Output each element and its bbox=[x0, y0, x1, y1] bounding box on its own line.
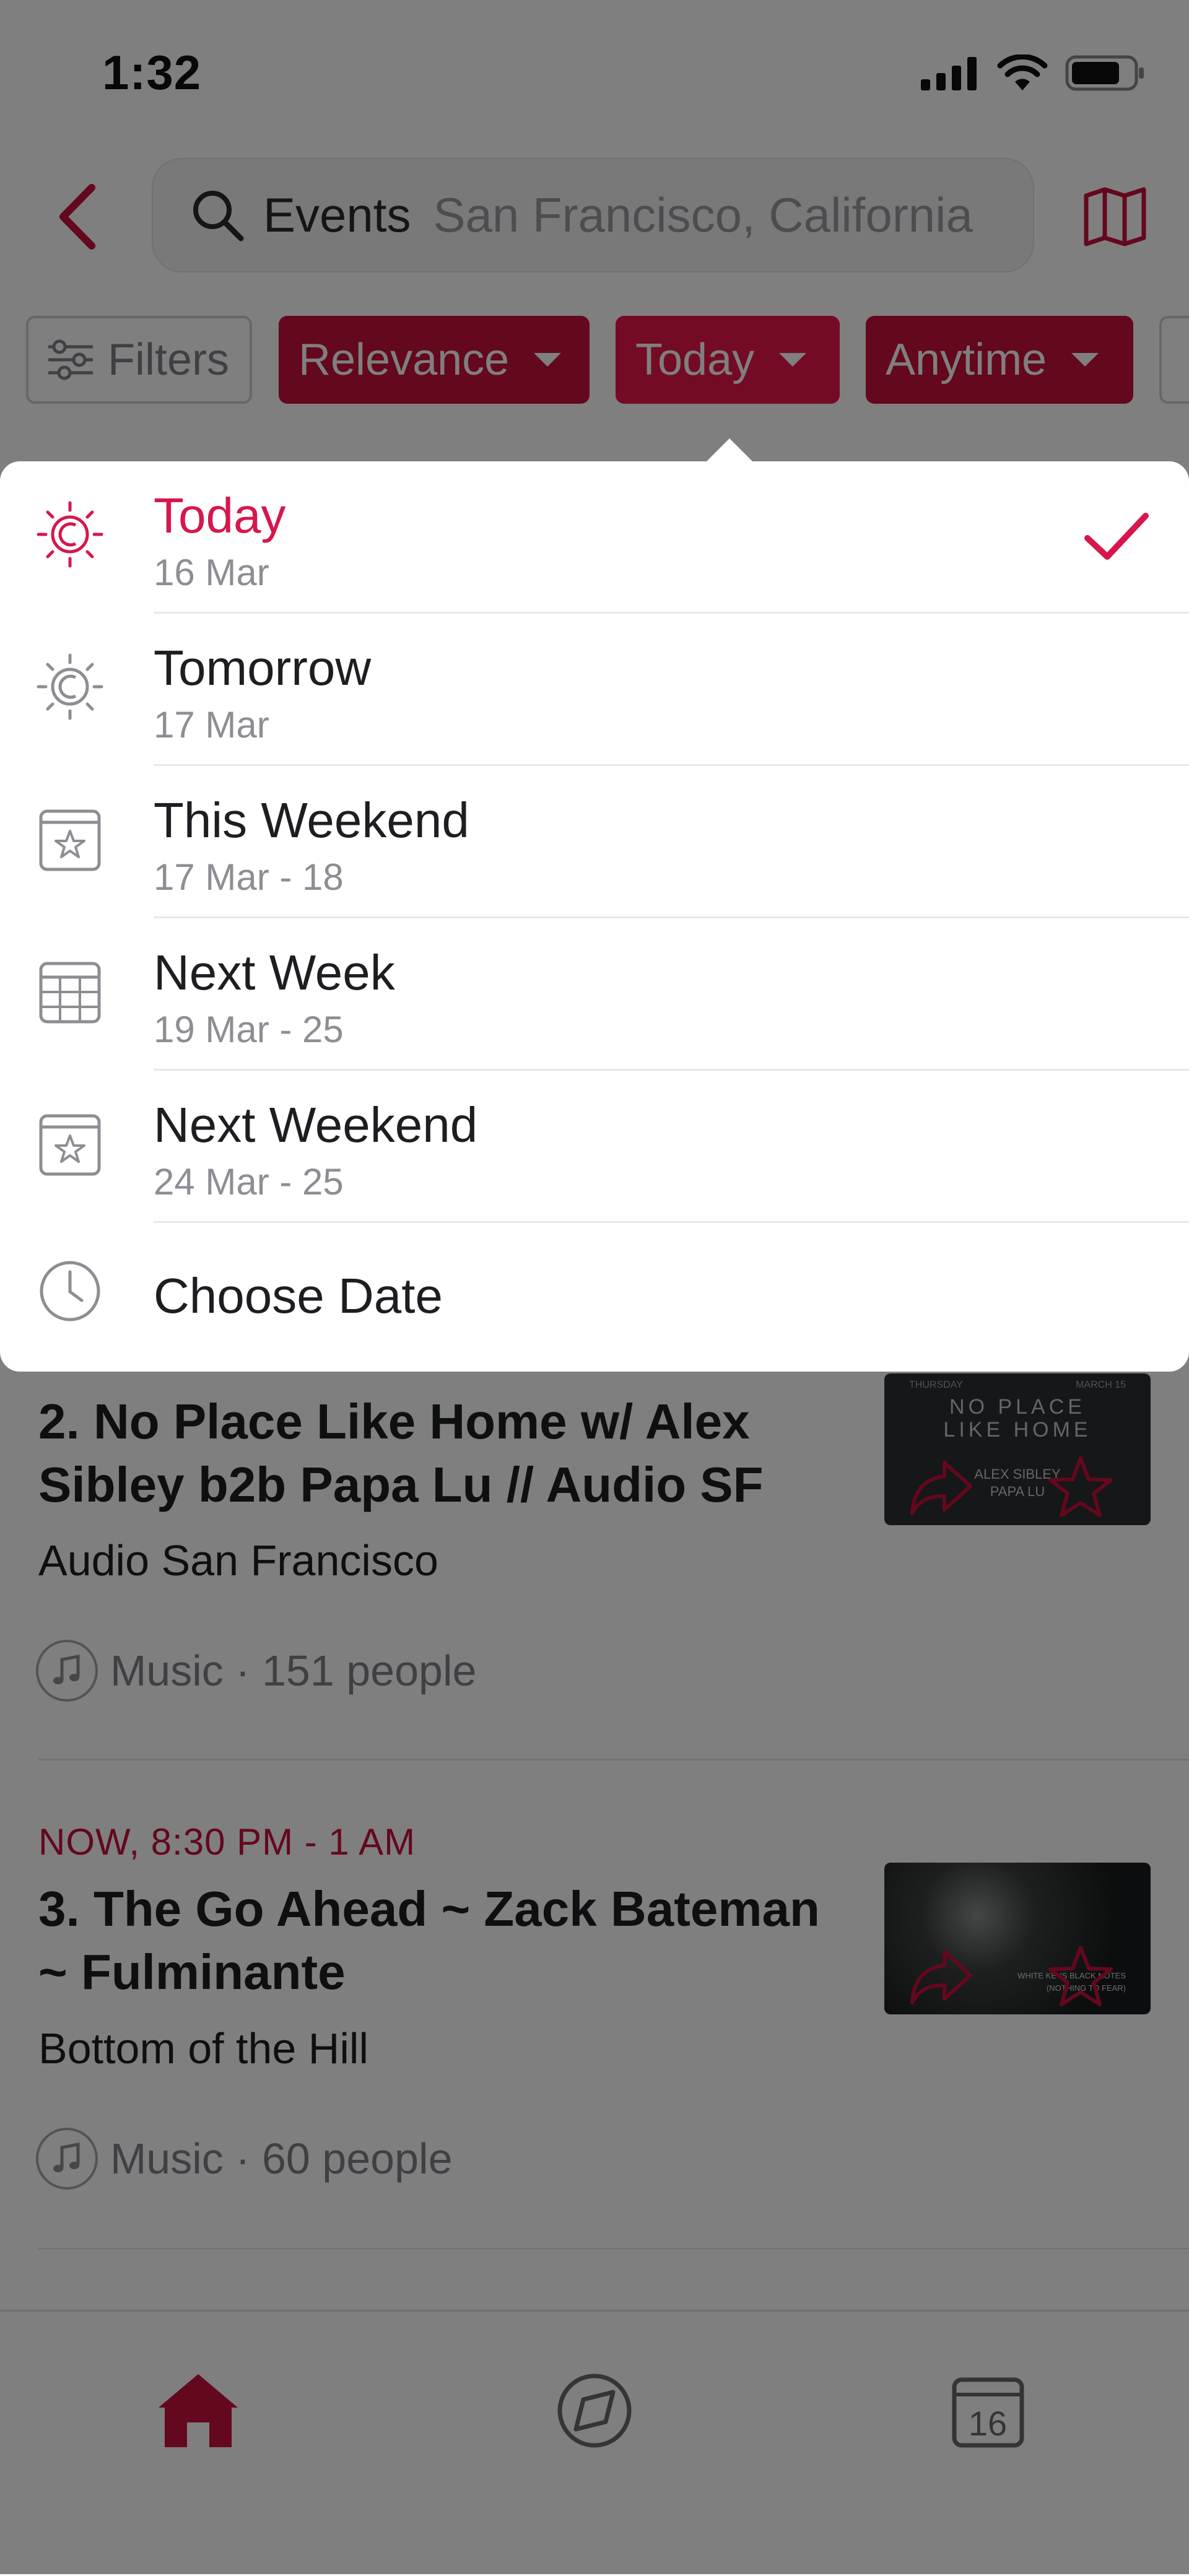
checkmark-icon bbox=[1084, 513, 1149, 560]
calendar-star-icon bbox=[36, 1110, 104, 1178]
option-title: This Weekend bbox=[154, 793, 469, 848]
date-option-choose-date[interactable]: Choose Date bbox=[0, 1223, 1189, 1372]
option-title: Next Week bbox=[154, 945, 395, 1000]
date-option-next-weekend[interactable]: Next Weekend 24 Mar - 25 bbox=[0, 1071, 1189, 1223]
option-title: Choose Date bbox=[154, 1268, 443, 1323]
option-subtitle: 16 Mar bbox=[154, 552, 269, 593]
calendar-grid-icon bbox=[36, 957, 104, 1025]
option-subtitle: 24 Mar - 25 bbox=[154, 1161, 344, 1203]
date-option-next-week[interactable]: Next Week 19 Mar - 25 bbox=[0, 918, 1189, 1071]
option-title: Today bbox=[154, 488, 286, 543]
option-subtitle: 17 Mar bbox=[154, 704, 269, 746]
dropdown-pointer bbox=[705, 438, 754, 463]
option-title: Next Weekend bbox=[154, 1097, 478, 1152]
option-subtitle: 19 Mar - 25 bbox=[154, 1009, 344, 1050]
option-subtitle: 17 Mar - 18 bbox=[154, 856, 344, 898]
option-title: Tomorrow bbox=[154, 640, 372, 695]
clock-icon bbox=[36, 1257, 104, 1325]
events-screen: 1:32 bbox=[0, 0, 1189, 2576]
calendar-star-icon bbox=[36, 805, 104, 873]
sun-outline-icon bbox=[36, 653, 104, 721]
date-option-today[interactable]: Today 16 Mar bbox=[0, 461, 1189, 614]
date-filter-dropdown: Today 16 Mar Tomorrow 17 Mar This Weeken… bbox=[0, 461, 1189, 1372]
sun-icon bbox=[36, 500, 104, 568]
date-option-this-weekend[interactable]: This Weekend 17 Mar - 18 bbox=[0, 766, 1189, 918]
date-option-tomorrow[interactable]: Tomorrow 17 Mar bbox=[0, 614, 1189, 766]
